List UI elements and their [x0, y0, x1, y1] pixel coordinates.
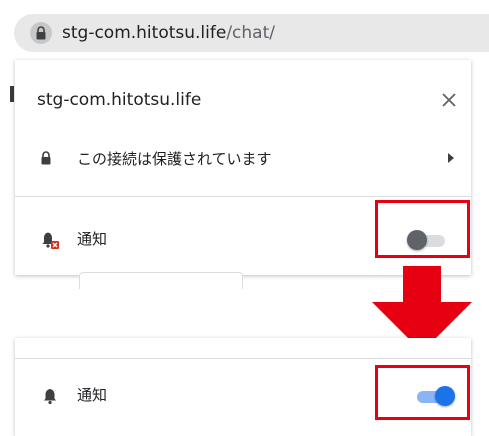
page-edge	[0, 338, 15, 436]
connection-status-text: この接続は保護されています	[77, 150, 272, 168]
site-info-button[interactable]	[30, 22, 52, 44]
address-bar[interactable]: stg-com.hitotsu.life/chat/	[14, 14, 489, 52]
notification-setting-select[interactable]	[79, 272, 243, 289]
divider	[15, 358, 471, 359]
highlight-box-on	[375, 365, 470, 420]
divider	[15, 196, 471, 197]
page-edge-mark	[10, 86, 14, 102]
url-host: stg-com.hitotsu.life	[62, 23, 227, 43]
lock-icon	[36, 26, 46, 40]
page-edge	[0, 60, 15, 275]
chevron-right-icon	[448, 153, 454, 163]
notification-label: 通知	[77, 230, 108, 248]
url-text[interactable]: stg-com.hitotsu.life/chat/	[62, 22, 275, 44]
close-icon[interactable]	[439, 90, 459, 110]
url-path: /chat/	[226, 23, 275, 43]
highlight-box-off	[375, 200, 470, 258]
connection-secure-row[interactable]: この接続は保護されています	[15, 138, 471, 178]
lock-icon	[41, 151, 51, 165]
notifications-blocked-icon	[42, 232, 59, 249]
notification-label: 通知	[77, 386, 108, 404]
bell-icon	[44, 389, 56, 405]
site-name: stg-com.hitotsu.life	[37, 90, 202, 110]
